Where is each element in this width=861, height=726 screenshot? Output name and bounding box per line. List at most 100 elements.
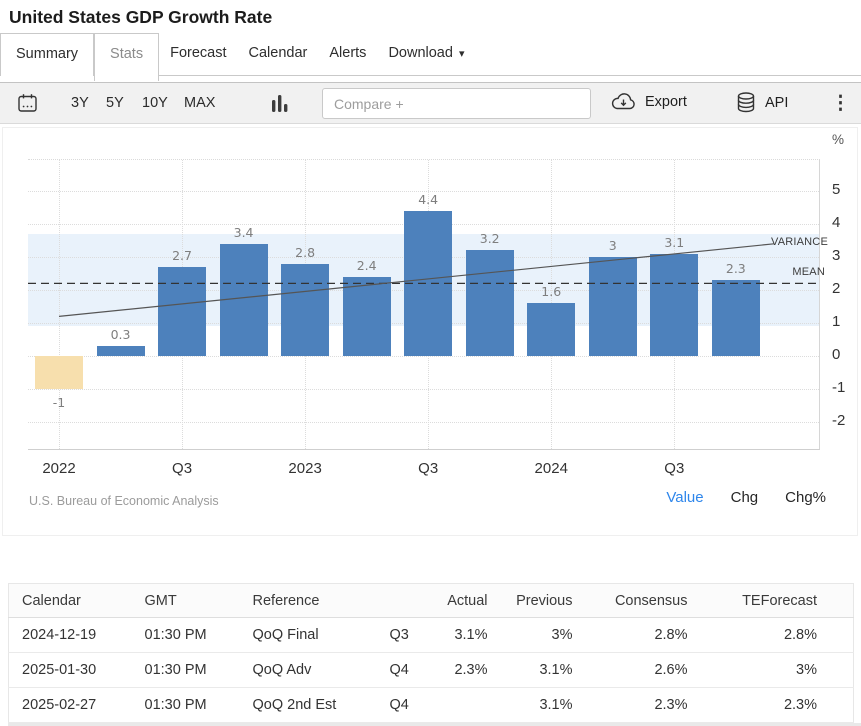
export-button[interactable]: Export xyxy=(610,92,687,112)
title-bar: United States GDP Growth Rate xyxy=(0,0,861,33)
x-axis-tick-label: 2024 xyxy=(503,460,599,477)
cell-quarter: Q3 xyxy=(381,618,446,653)
y-axis-tick-label: 0 xyxy=(832,346,861,363)
h-gridline xyxy=(28,356,819,357)
cell-quarter: Q4 xyxy=(381,653,446,688)
column-header-consensus: Consensus xyxy=(581,584,696,618)
chart-bar[interactable] xyxy=(97,346,145,356)
plot-area: 543210-1-2%2022Q32023Q32024Q3-10.32.73.4… xyxy=(28,159,820,450)
bar-value-label: 2.4 xyxy=(337,258,397,273)
series-link-value[interactable]: Value xyxy=(666,489,703,506)
range-10y[interactable]: 10Y xyxy=(142,95,168,111)
tab-alerts[interactable]: Alerts xyxy=(318,33,377,76)
cell-previous: 3.1% xyxy=(496,688,581,723)
chart-bar[interactable] xyxy=(158,267,206,356)
cell-previous: 3% xyxy=(496,618,581,653)
x-axis-tick-label: Q3 xyxy=(380,460,476,477)
bar-value-label: 1.6 xyxy=(521,284,581,299)
cell-teforecast: 2.3% xyxy=(696,688,854,723)
bar-value-label: 2.3 xyxy=(706,261,766,276)
cell-calendar: 2024-12-19 xyxy=(9,618,136,653)
y-axis-tick-label: 2 xyxy=(832,280,861,297)
chart-bar[interactable] xyxy=(220,244,268,356)
y-axis-tick-label: -2 xyxy=(832,412,861,429)
caret-down-icon: ▾ xyxy=(459,48,465,60)
bar-value-label: 2.8 xyxy=(275,245,335,260)
tab-download[interactable]: Download▾ xyxy=(377,33,475,76)
cell-actual: 3.1% xyxy=(446,618,496,653)
x-axis-tick-label: 2022 xyxy=(11,460,107,477)
tab-summary[interactable]: Summary xyxy=(0,33,94,76)
x-axis-tick-label: Q3 xyxy=(626,460,722,477)
bar-value-label: -1 xyxy=(29,395,89,410)
tab-bar: SummaryStatsForecastCalendarAlertsDownlo… xyxy=(0,33,861,76)
kebab-menu-icon[interactable]: ⋮ xyxy=(831,92,850,116)
chart-card: 543210-1-2%2022Q32023Q32024Q3-10.32.73.4… xyxy=(2,127,858,536)
cell-calendar: 2025-01-30 xyxy=(9,653,136,688)
tab-forecast[interactable]: Forecast xyxy=(159,33,237,76)
cell-teforecast: 2.8% xyxy=(696,618,854,653)
chart-toolbar: Export API ⋮ 3Y 5Y 10Y MAX xyxy=(0,82,861,124)
cell-consensus: 2.8% xyxy=(581,618,696,653)
y-axis-tick-label: 5 xyxy=(832,181,861,198)
table-row: 2025-02-2701:30 PMQoQ 2nd EstQ43.1%2.3%2… xyxy=(9,688,854,723)
series-link-chg[interactable]: Chg xyxy=(731,489,759,506)
y-axis-tick-label: 1 xyxy=(832,313,861,330)
chart-bar[interactable] xyxy=(281,264,329,356)
cell-quarter: Q4 xyxy=(381,688,446,723)
cloud-download-icon xyxy=(610,92,637,112)
chart-bar[interactable] xyxy=(589,257,637,356)
cell-consensus: 2.3% xyxy=(581,688,696,723)
chart-bar[interactable] xyxy=(527,303,575,356)
cell-gmt: 01:30 PM xyxy=(136,688,244,723)
x-axis-tick-label: 2023 xyxy=(257,460,353,477)
compare-input[interactable] xyxy=(322,88,591,119)
export-label: Export xyxy=(645,94,687,110)
chart-bar[interactable] xyxy=(712,280,760,356)
chart-bar[interactable] xyxy=(35,356,83,389)
table-header-row: CalendarGMTReferenceActualPreviousConsen… xyxy=(9,584,854,618)
bar-value-label: 3.4 xyxy=(214,225,274,240)
bar-value-label: 2.7 xyxy=(152,248,212,263)
column-header-reference: Reference xyxy=(244,584,381,618)
column-header-previous: Previous xyxy=(496,584,581,618)
table-row: 2024-12-1901:30 PMQoQ FinalQ33.1%3%2.8%2… xyxy=(9,618,854,653)
column-header-actual: Actual xyxy=(446,584,496,618)
tab-stats[interactable]: Stats xyxy=(94,33,159,81)
page: United States GDP Growth Rate SummarySta… xyxy=(0,0,861,726)
api-label: API xyxy=(765,95,788,111)
bar-chart-type-icon[interactable] xyxy=(271,94,289,118)
cell-actual: 2.3% xyxy=(446,653,496,688)
x-axis-tick-label: Q3 xyxy=(134,460,230,477)
y-axis-tick-label: 4 xyxy=(832,214,861,231)
cell-reference: QoQ 2nd Est xyxy=(244,688,381,723)
cell-reference: QoQ Final xyxy=(244,618,381,653)
mean-label: MEAN xyxy=(792,266,825,278)
table-body: 2024-12-1901:30 PMQoQ FinalQ33.1%3%2.8%2… xyxy=(9,618,854,723)
bar-value-label: 0.3 xyxy=(91,327,151,342)
chart-bar[interactable] xyxy=(466,250,514,356)
calendar-icon[interactable] xyxy=(17,93,38,119)
calendar-table: CalendarGMTReferenceActualPreviousConsen… xyxy=(8,583,854,723)
chart-bar[interactable] xyxy=(343,277,391,356)
chart-source: U.S. Bureau of Economic Analysis xyxy=(29,494,219,508)
bar-value-label: 4.4 xyxy=(398,192,458,207)
y-axis-unit-label: % xyxy=(832,132,844,147)
bar-value-label: 3.1 xyxy=(644,235,704,250)
range-5y[interactable]: 5Y xyxy=(106,95,124,111)
bar-value-label: 3 xyxy=(583,238,643,253)
cell-gmt: 01:30 PM xyxy=(136,618,244,653)
range-3y[interactable]: 3Y xyxy=(71,95,89,111)
series-link-chgpct[interactable]: Chg% xyxy=(785,489,826,506)
page-title: United States GDP Growth Rate xyxy=(0,0,861,28)
chart-bar[interactable] xyxy=(650,254,698,356)
chart-bar[interactable] xyxy=(404,211,452,356)
cell-actual xyxy=(446,688,496,723)
tab-calendar[interactable]: Calendar xyxy=(238,33,319,76)
table-row: 2025-01-3001:30 PMQoQ AdvQ42.3%3.1%2.6%3… xyxy=(9,653,854,688)
cell-teforecast: 3% xyxy=(696,653,854,688)
range-max[interactable]: MAX xyxy=(184,95,215,111)
column-header-gmt: GMT xyxy=(136,584,244,618)
api-button[interactable]: API xyxy=(735,91,788,115)
column-header-teforecast: TEForecast xyxy=(696,584,854,618)
